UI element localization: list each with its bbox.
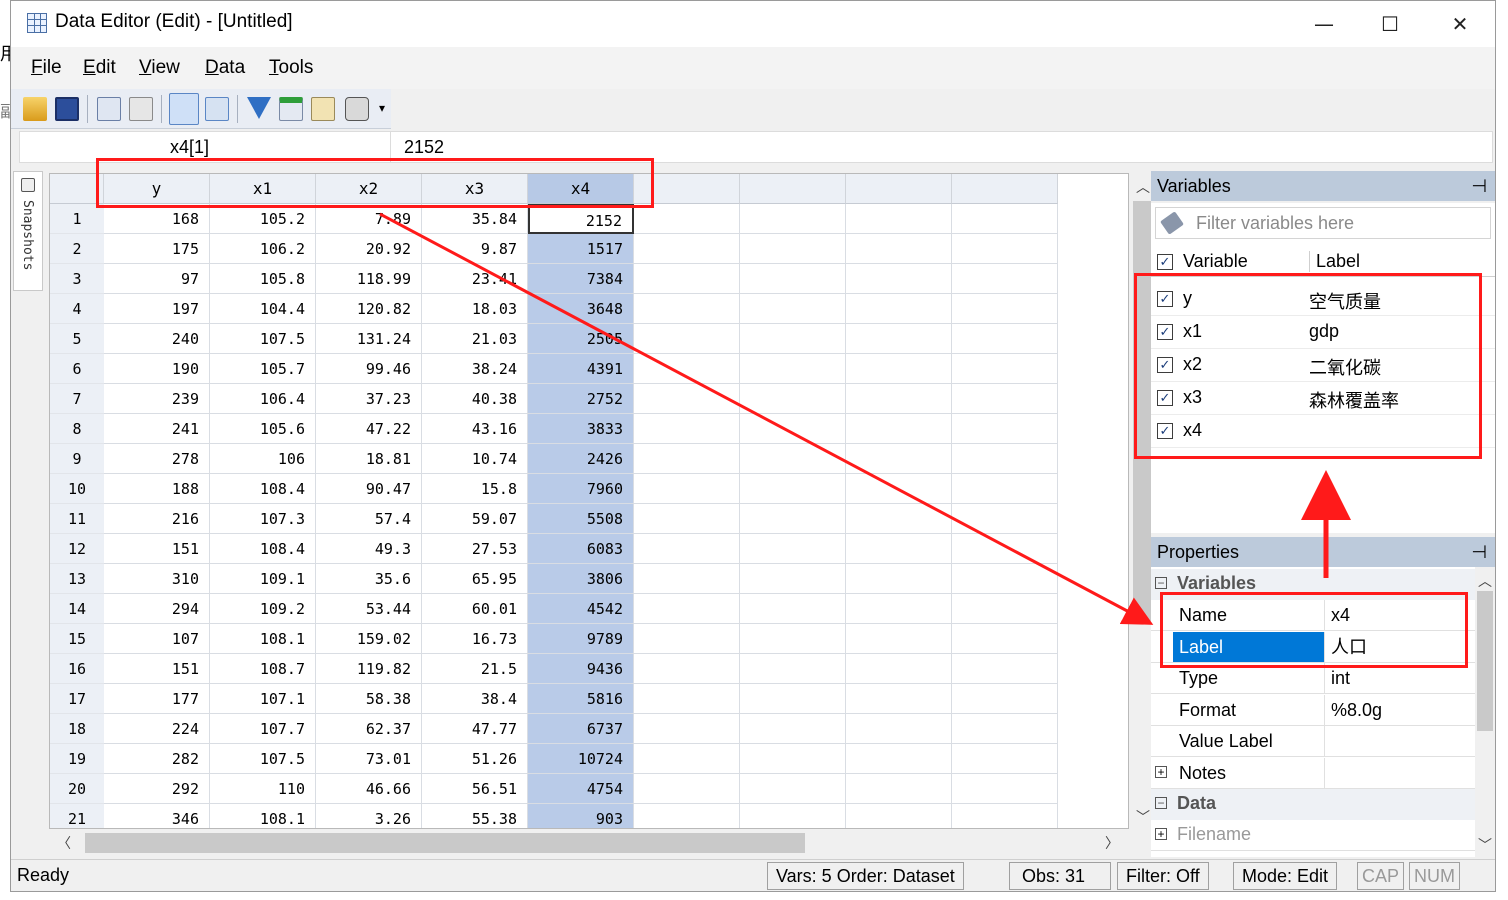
annotation-arrows (379, 212, 1351, 625)
annotation-arrow-to-label (379, 212, 1154, 625)
